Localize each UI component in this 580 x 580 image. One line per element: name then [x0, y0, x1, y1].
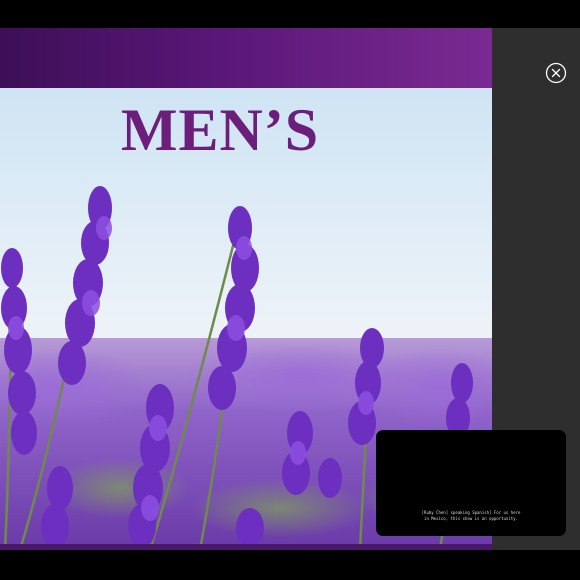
close-circle-icon [545, 62, 567, 84]
bottom-letterbox [0, 550, 580, 580]
top-letterbox [0, 0, 580, 28]
media-viewer: MEN’S [Ruby Chen] speaking Spanish] For … [0, 0, 580, 580]
slide-title: MEN’S [120, 97, 320, 163]
slide-header-band [0, 28, 492, 88]
close-button[interactable] [545, 62, 567, 84]
caption-text: [Ruby Chen] speaking Spanish] For us her… [421, 510, 521, 521]
caption-box: [Ruby Chen] speaking Spanish] For us her… [376, 430, 566, 536]
